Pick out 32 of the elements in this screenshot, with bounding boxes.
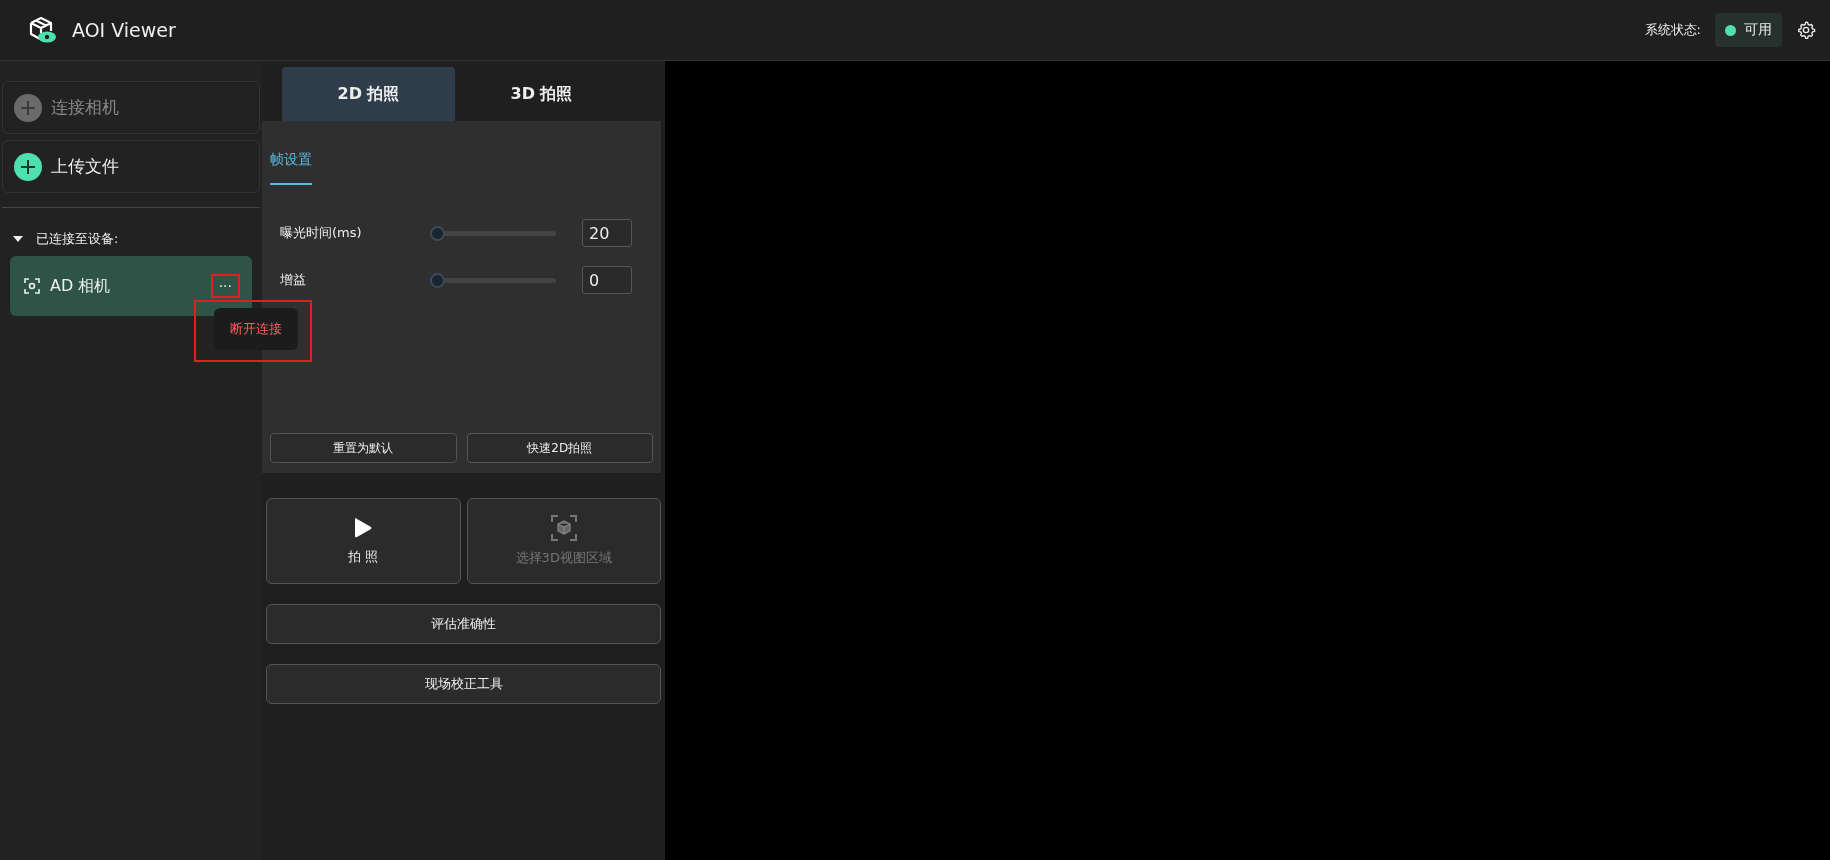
mode-tab[interactable]: 3D 拍照 [455,67,628,121]
setting-label: 曝光时间(ms) [280,224,363,242]
box-eye-logo-icon [28,15,58,45]
upload-file-button[interactable]: 上传文件 [2,140,260,193]
slider[interactable] [430,225,556,241]
quick-capture-button[interactable]: 快速2D拍照 [466,433,653,463]
devices-heading: 已连接至设备: [36,230,119,248]
play-icon [353,516,374,540]
app-title: AOI Viewer [72,19,176,41]
status-text: 可用 [1744,21,1772,39]
calibration-tool-button[interactable]: 现场校正工具 [266,664,661,704]
status-dot [1725,24,1736,36]
slider[interactable] [430,272,556,288]
value-field[interactable]: 0 [582,266,632,294]
value-field[interactable]: 20 [582,219,632,247]
slider-thumb[interactable] [430,272,445,288]
device-item[interactable]: AD 相机 ··· [10,256,252,316]
plus-icon [13,151,43,182]
cube-frame-icon [550,515,577,541]
slider-thumb[interactable] [430,225,445,241]
frame-settings-tab[interactable]: 帧设置 [270,147,312,185]
reset-default-button[interactable]: 重置为默认 [270,433,457,463]
camera-focus-icon [24,278,40,294]
plus-icon [13,92,43,123]
more-button[interactable]: ··· [210,274,240,298]
status-label: 系统状态: [1644,21,1701,39]
settings-icon[interactable] [1796,20,1816,40]
evaluate-accuracy-button[interactable]: 评估准确性 [266,604,661,644]
capture-button[interactable]: 拍 照 [266,498,461,584]
mode-tab[interactable]: 2D 拍照 [282,67,455,121]
setting-label: 增益 [280,271,307,289]
device-name: AD 相机 [50,275,112,297]
